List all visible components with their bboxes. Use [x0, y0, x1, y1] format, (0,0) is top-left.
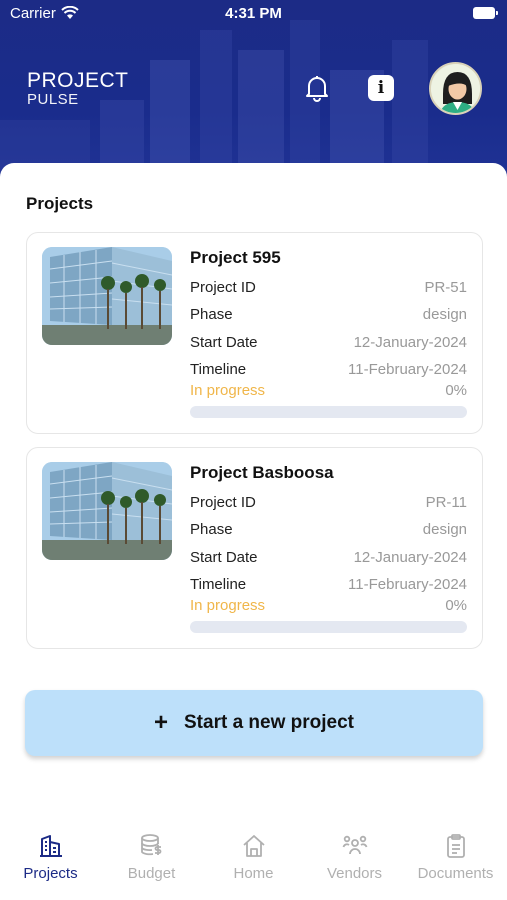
- progress-percent: 0%: [445, 597, 467, 614]
- app-header: Carrier 4:31 PM PROJECT PULSE i: [0, 0, 507, 185]
- phase-value: design: [422, 306, 467, 323]
- tab-documents[interactable]: Documents: [405, 825, 506, 885]
- project-id-row: Project ID PR-51: [190, 279, 467, 299]
- bell-icon[interactable]: [304, 74, 330, 102]
- status-time: 4:31 PM: [225, 5, 282, 22]
- project-card[interactable]: Project 595 Project ID PR-51 Phase desig…: [26, 232, 483, 434]
- logo-top-text: PROJECT: [27, 69, 129, 92]
- tab-label: Vendors: [326, 865, 383, 882]
- phase-label: Phase: [190, 521, 233, 538]
- progress-percent: 0%: [445, 382, 467, 399]
- tab-label: Projects: [23, 865, 78, 882]
- avatar[interactable]: [429, 62, 482, 115]
- timeline-value: 11-February-2024: [348, 576, 467, 593]
- tab-projects[interactable]: Projects: [0, 825, 101, 885]
- tab-home[interactable]: Home: [203, 825, 304, 885]
- project-name: Project 595: [190, 248, 281, 267]
- progress-bar: [190, 406, 467, 418]
- timeline-row: Timeline 11-February-2024: [190, 576, 467, 596]
- bottom-tab-bar: Projects Budget Home Vendors Documents: [0, 825, 507, 900]
- tab-label: Budget: [127, 865, 176, 882]
- start-date-label: Start Date: [190, 549, 258, 566]
- project-id-row: Project ID PR-11: [190, 494, 467, 514]
- phase-value: design: [422, 521, 467, 538]
- budget-icon: [140, 834, 161, 856]
- progress-bar: [190, 621, 467, 633]
- start-new-project-button[interactable]: + Start a new project: [25, 690, 483, 756]
- project-id-label: Project ID: [190, 494, 256, 511]
- phase-row: Phase design: [190, 521, 467, 541]
- timeline-label: Timeline: [190, 361, 247, 378]
- status-bar: Carrier 4:31 PM: [0, 0, 507, 28]
- phase-row: Phase design: [190, 306, 467, 326]
- logo-bottom-text: PULSE: [27, 91, 79, 108]
- content-sheet: Projects Project 595 Project ID PR-51 Ph…: [0, 163, 507, 900]
- building-icon: [39, 835, 62, 857]
- tab-vendors[interactable]: Vendors: [304, 825, 405, 885]
- info-icon[interactable]: i: [368, 75, 394, 101]
- start-date-row: Start Date 12-January-2024: [190, 549, 467, 569]
- timeline-value: 11-February-2024: [348, 361, 467, 378]
- project-id-value: PR-11: [425, 494, 467, 511]
- clipboard-icon: [446, 834, 465, 858]
- app-logo: PROJECT PULSE: [27, 70, 129, 107]
- tab-label: Documents: [417, 865, 494, 882]
- home-icon: [242, 835, 265, 857]
- tab-label: Home: [233, 865, 274, 882]
- start-date-value: 12-January-2024: [353, 549, 467, 566]
- project-name: Project Basboosa: [190, 463, 334, 482]
- project-id-label: Project ID: [190, 279, 256, 296]
- status-row: In progress 0%: [190, 382, 467, 402]
- project-thumbnail: [42, 462, 172, 560]
- phase-label: Phase: [190, 306, 233, 323]
- timeline-row: Timeline 11-February-2024: [190, 361, 467, 381]
- status-label: In progress: [190, 597, 266, 614]
- timeline-label: Timeline: [190, 576, 247, 593]
- status-label: In progress: [190, 382, 266, 399]
- project-card[interactable]: Project Basboosa Project ID PR-11 Phase …: [26, 447, 483, 649]
- start-date-row: Start Date 12-January-2024: [190, 334, 467, 354]
- plus-icon: +: [153, 709, 168, 736]
- start-date-value: 12-January-2024: [353, 334, 467, 351]
- tab-budget[interactable]: Budget: [101, 825, 202, 885]
- start-new-project-label: Start a new project: [184, 712, 354, 733]
- vendors-icon: [342, 835, 367, 855]
- project-id-value: PR-51: [424, 279, 467, 296]
- status-row: In progress 0%: [190, 597, 467, 617]
- battery-icon: [473, 7, 498, 19]
- start-date-label: Start Date: [190, 334, 258, 351]
- project-thumbnail: [42, 247, 172, 345]
- section-title: Projects: [26, 194, 94, 213]
